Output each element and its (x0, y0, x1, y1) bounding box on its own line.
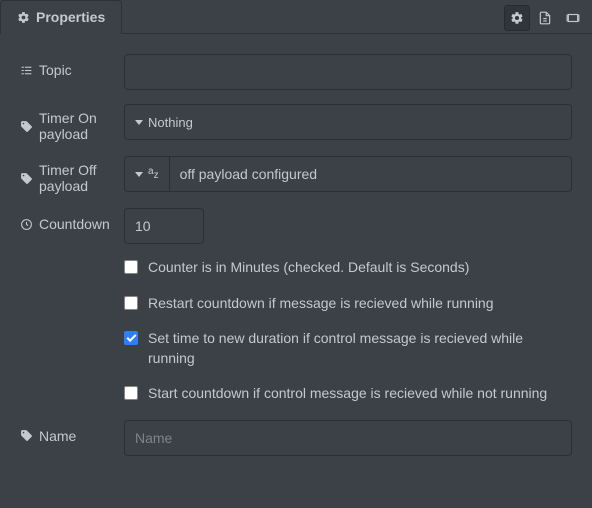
topic-input[interactable] (124, 54, 572, 90)
tab-bar: Properties (0, 0, 592, 34)
checkbox-icon (124, 260, 138, 274)
label-timer-on: Timer On payload (20, 104, 124, 142)
timer-off-value[interactable]: off payload configured (170, 157, 571, 191)
checkbox-start-on-control[interactable]: Start countdown if control message is re… (124, 384, 572, 404)
gear-icon (17, 11, 30, 24)
timer-off-type-selector[interactable]: az (125, 157, 170, 191)
tag-icon (20, 429, 33, 442)
appearance-button[interactable] (560, 5, 586, 31)
label-countdown: Countdown (20, 208, 124, 232)
list-icon (20, 64, 33, 77)
checkbox-icon (124, 386, 138, 400)
checkbox-restart[interactable]: Restart countdown if message is recieved… (124, 294, 572, 314)
tab-action-buttons (504, 0, 592, 33)
checkbox-set-new-duration[interactable]: Set time to new duration if control mess… (124, 329, 572, 368)
tab-properties[interactable]: Properties (0, 0, 122, 34)
label-topic: Topic (20, 54, 124, 78)
settings-button[interactable] (504, 5, 530, 31)
checkbox-icon (124, 296, 138, 310)
docs-button[interactable] (532, 5, 558, 31)
file-icon (538, 11, 552, 25)
label-timer-off: Timer Off payload (20, 156, 124, 194)
tab-label: Properties (36, 9, 105, 25)
tag-icon (20, 172, 33, 185)
layout-icon (566, 11, 580, 25)
timer-off-payload-input[interactable]: az off payload configured (124, 156, 572, 192)
label-name: Name (20, 420, 124, 444)
name-input[interactable] (124, 420, 572, 456)
gear-icon (510, 11, 524, 25)
string-type-icon: az (148, 169, 159, 179)
clock-icon (20, 218, 33, 231)
checkbox-icon (124, 331, 138, 345)
timer-on-payload-input[interactable]: Nothing (124, 104, 572, 140)
tag-icon (20, 120, 33, 133)
checkbox-minutes[interactable]: Counter is in Minutes (checked. Default … (124, 258, 572, 278)
form: Topic Timer On payload Nothing (0, 34, 592, 480)
caret-down-icon (135, 120, 143, 125)
timer-on-type-selector[interactable]: Nothing (125, 105, 571, 139)
properties-panel: Properties (0, 0, 592, 508)
countdown-input[interactable] (124, 208, 204, 244)
caret-down-icon (135, 172, 143, 177)
